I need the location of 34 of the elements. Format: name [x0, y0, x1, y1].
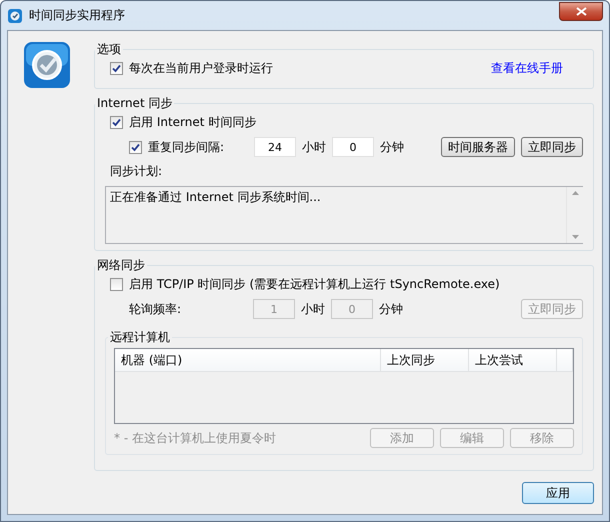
schedule-label: 同步计划: — [110, 163, 162, 180]
schedule-text: 正在准备通过 Internet 同步系统时间... — [109, 189, 322, 206]
hours-field[interactable]: 24 — [254, 137, 296, 157]
checkbox-label: 每次在当前用户登录时运行 — [129, 60, 273, 77]
close-button[interactable] — [559, 2, 603, 20]
checkbox[interactable] — [129, 140, 142, 154]
minutes-field[interactable]: 0 — [332, 137, 374, 157]
app-icon — [7, 8, 23, 24]
checkbox[interactable] — [110, 62, 123, 75]
checkbox[interactable] — [110, 278, 123, 291]
group-title: 选项 — [96, 41, 122, 58]
group-title: 网络同步 — [96, 257, 146, 274]
action-button[interactable]: 立即同步 — [521, 137, 583, 157]
dst-note: * - 在这台计算机上使用夏令时 — [114, 430, 276, 446]
window-title: 时间同步实用程序 — [29, 7, 125, 24]
unit-label: 小时 — [301, 300, 325, 318]
checkbox-label: 启用 TCP/IP 时间同步 (需要在远程计算机上运行 tSyncRemote.exe) — [129, 276, 500, 293]
group-title: 远程计算机 — [109, 329, 171, 346]
apply-button[interactable]: 应用 — [522, 482, 594, 504]
poll-label: 轮询频率: — [129, 300, 182, 318]
column-header[interactable]: 上次同步 — [381, 349, 469, 371]
column-header[interactable]: 上次尝试 — [469, 349, 557, 371]
column-header[interactable]: 机器 (端口) — [115, 349, 381, 371]
close-icon — [576, 6, 586, 16]
group-title: Internet 同步 — [96, 95, 174, 112]
clock-check-icon — [23, 41, 71, 89]
action-button[interactable]: 时间服务器 — [441, 137, 515, 157]
checkbox[interactable] — [110, 116, 123, 129]
checkbox-label: 重复同步间隔: — [148, 138, 226, 156]
unit-label: 分钟 — [379, 300, 403, 318]
manual-link[interactable]: 查看在线手册 — [491, 60, 563, 77]
checkbox-label: 启用 Internet 时间同步 — [129, 114, 256, 131]
unit-label: 分钟 — [380, 138, 404, 156]
unit-label: 小时 — [302, 138, 326, 156]
